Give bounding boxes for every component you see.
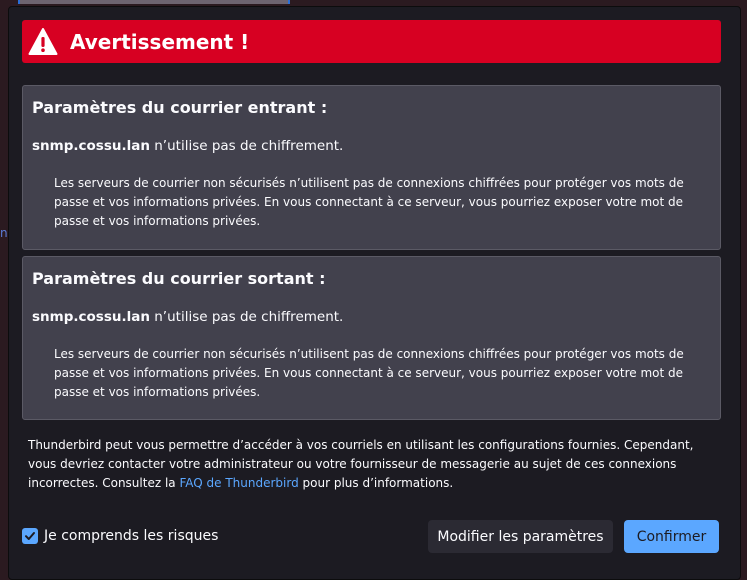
incoming-status: snmp.cossu.lan n’utilise pas de chiffrem… — [32, 138, 343, 154]
incoming-host: snmp.cossu.lan — [32, 138, 150, 154]
confirm-button[interactable]: Confirmer — [624, 520, 719, 553]
outgoing-status: snmp.cossu.lan n’utilise pas de chiffrem… — [32, 309, 343, 325]
checkmark-icon — [25, 532, 35, 540]
background-window-fragment: n — [0, 226, 8, 240]
alert-title: Avertissement ! — [70, 29, 250, 54]
checkbox-label[interactable]: Je comprends les risques — [44, 528, 218, 544]
accept-risk-checkbox[interactable]: Je comprends les risques — [22, 528, 218, 544]
outgoing-section-title: Paramètres du courrier sortant : — [32, 269, 326, 288]
incoming-section-title: Paramètres du courrier entrant : — [32, 98, 328, 117]
outgoing-host: snmp.cossu.lan — [32, 309, 150, 325]
incoming-settings-section: Paramètres du courrier entrant : snmp.co… — [22, 85, 721, 250]
incoming-description: Les serveurs de courrier non sécurisés n… — [54, 176, 684, 228]
footer-text-after: pour plus d’informations. — [298, 476, 454, 490]
outgoing-status-text: n’utilise pas de chiffrement. — [149, 309, 344, 325]
incoming-status-text: n’utilise pas de chiffrement. — [149, 138, 344, 154]
background-window-edge — [18, 0, 290, 4]
warning-dialog: Avertissement ! Paramètres du courrier e… — [8, 6, 741, 580]
modify-settings-button[interactable]: Modifier les paramètres — [428, 520, 613, 553]
dialog-buttons: Je comprends les risques Modifier les pa… — [22, 520, 721, 553]
checkbox-box[interactable] — [22, 528, 38, 544]
outgoing-settings-section: Paramètres du courrier sortant : snmp.co… — [22, 256, 721, 420]
outgoing-description: Les serveurs de courrier non sécurisés n… — [54, 347, 684, 399]
footer-note: Thunderbird peut vous permettre d’accéde… — [28, 436, 718, 493]
warning-icon — [28, 27, 58, 55]
alert-banner: Avertissement ! — [22, 20, 721, 63]
faq-link[interactable]: FAQ de Thunderbird — [179, 476, 298, 490]
